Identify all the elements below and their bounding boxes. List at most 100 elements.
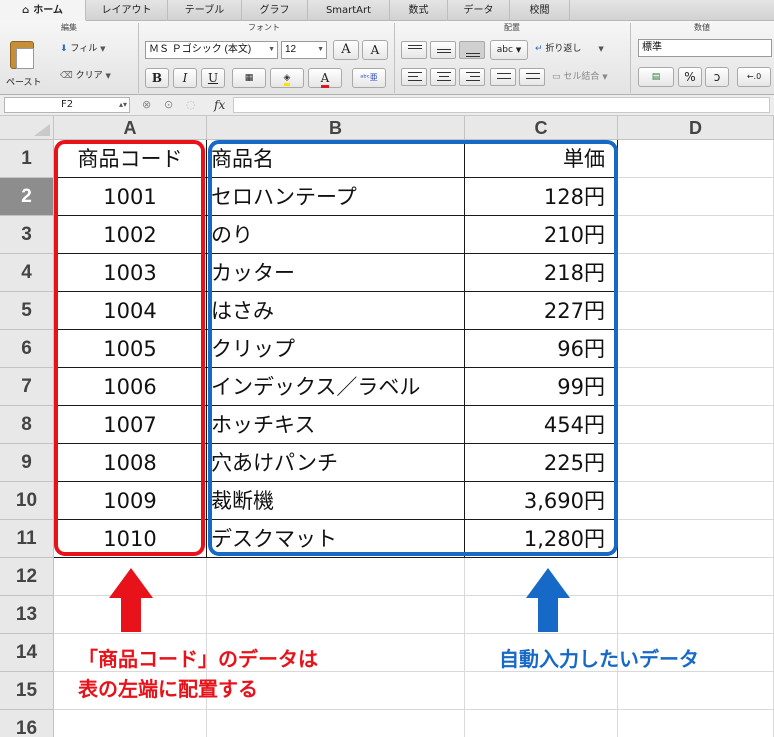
- cell-b4[interactable]: カッター: [207, 254, 465, 292]
- cell-a10[interactable]: 1009: [54, 482, 207, 520]
- align-bottom-icon[interactable]: [459, 41, 485, 59]
- cell-b2[interactable]: セロハンテープ: [207, 178, 465, 216]
- cell-c4[interactable]: 218円: [465, 254, 618, 292]
- fx-label[interactable]: fx: [214, 97, 225, 113]
- row-header-13[interactable]: 13: [0, 596, 54, 634]
- cell-c3[interactable]: 210円: [465, 216, 618, 254]
- name-box[interactable]: F2 ▴▾: [4, 97, 130, 113]
- font-name-select[interactable]: ＭＳ Ｐゴシック (本文) ▼: [145, 41, 278, 59]
- tab-table[interactable]: テーブル: [168, 0, 242, 21]
- bold-button[interactable]: B: [145, 68, 169, 88]
- grow-font-button[interactable]: A: [333, 40, 359, 60]
- cell-d13[interactable]: [618, 596, 774, 634]
- cell-d1[interactable]: [618, 140, 774, 178]
- row-header-16[interactable]: 16: [0, 710, 54, 737]
- formula-input[interactable]: [233, 97, 770, 113]
- cell-d10[interactable]: [618, 482, 774, 520]
- cell-a11[interactable]: 1010: [54, 520, 207, 558]
- row-header-12[interactable]: 12: [0, 558, 54, 596]
- comma-style-button[interactable]: ↄ: [705, 67, 729, 87]
- select-all-corner[interactable]: [0, 116, 54, 140]
- cell-b9[interactable]: 穴あけパンチ: [207, 444, 465, 482]
- cell-b8[interactable]: ホッチキス: [207, 406, 465, 444]
- currency-format-button[interactable]: ▤: [638, 67, 674, 87]
- row-header-3[interactable]: 3: [0, 216, 54, 254]
- row-header-1[interactable]: 1: [0, 140, 54, 178]
- font-color-button[interactable]: A: [308, 68, 342, 88]
- cell-a7[interactable]: 1006: [54, 368, 207, 406]
- row-header-5[interactable]: 5: [0, 292, 54, 330]
- tab-smartart[interactable]: SmartArt: [308, 0, 390, 21]
- cell-d6[interactable]: [618, 330, 774, 368]
- fill-color-button[interactable]: ◈: [270, 68, 304, 88]
- cell-d7[interactable]: [618, 368, 774, 406]
- paste-button-label[interactable]: ペースト: [6, 75, 42, 91]
- cell-b12[interactable]: [207, 558, 465, 596]
- cell-c15[interactable]: [465, 672, 618, 710]
- cell-d5[interactable]: [618, 292, 774, 330]
- stepper-icon[interactable]: ▴▾: [119, 98, 127, 112]
- italic-button[interactable]: I: [173, 68, 197, 88]
- align-middle-icon[interactable]: [430, 41, 456, 59]
- tab-data[interactable]: データ: [448, 0, 510, 21]
- column-header-c[interactable]: C: [465, 116, 618, 140]
- row-header-7[interactable]: 7: [0, 368, 54, 406]
- tab-review[interactable]: 校閲: [510, 0, 570, 21]
- align-right-icon[interactable]: [459, 68, 485, 86]
- column-header-b[interactable]: B: [207, 116, 465, 140]
- cell-c7[interactable]: 99円: [465, 368, 618, 406]
- percent-button[interactable]: %: [678, 67, 702, 87]
- column-header-a[interactable]: A: [54, 116, 207, 140]
- font-size-select[interactable]: 12 ▼: [281, 41, 327, 59]
- cell-b16[interactable]: [207, 710, 465, 737]
- confirm-icon[interactable]: ⊙: [164, 97, 173, 113]
- cell-a3[interactable]: 1002: [54, 216, 207, 254]
- row-header-4[interactable]: 4: [0, 254, 54, 292]
- row-header-2[interactable]: 2: [0, 178, 54, 216]
- align-left-icon[interactable]: [401, 68, 427, 86]
- cell-c9[interactable]: 225円: [465, 444, 618, 482]
- cell-b6[interactable]: クリップ: [207, 330, 465, 368]
- cell-d8[interactable]: [618, 406, 774, 444]
- cell-d12[interactable]: [618, 558, 774, 596]
- cell-b7[interactable]: インデックス／ラベル: [207, 368, 465, 406]
- cell-a8[interactable]: 1007: [54, 406, 207, 444]
- cell-a9[interactable]: 1008: [54, 444, 207, 482]
- cancel-icon[interactable]: ⊗: [142, 97, 151, 113]
- align-top-icon[interactable]: [401, 41, 427, 59]
- phonetic-button[interactable]: ᵃᵇᶜ亜: [352, 68, 386, 88]
- row-header-8[interactable]: 8: [0, 406, 54, 444]
- decrease-indent-icon[interactable]: [490, 68, 516, 86]
- function-wizard-icon[interactable]: ◌: [186, 97, 196, 113]
- cell-c5[interactable]: 227円: [465, 292, 618, 330]
- row-header-14[interactable]: 14: [0, 634, 54, 672]
- cell-a2[interactable]: 1001: [54, 178, 207, 216]
- cell-c1[interactable]: 単価: [465, 140, 618, 178]
- cell-d4[interactable]: [618, 254, 774, 292]
- cell-d9[interactable]: [618, 444, 774, 482]
- tab-chart[interactable]: グラフ: [242, 0, 308, 21]
- cell-d3[interactable]: [618, 216, 774, 254]
- tab-home[interactable]: ⌂ ホーム: [0, 0, 86, 21]
- cell-c8[interactable]: 454円: [465, 406, 618, 444]
- number-format-select[interactable]: 標準: [638, 39, 772, 57]
- shrink-font-button[interactable]: A: [362, 40, 388, 60]
- cell-a5[interactable]: 1004: [54, 292, 207, 330]
- paste-icon[interactable]: [10, 41, 34, 69]
- cell-b5[interactable]: はさみ: [207, 292, 465, 330]
- increase-indent-icon[interactable]: [519, 68, 545, 86]
- text-orientation-button[interactable]: abc ▼: [490, 40, 528, 60]
- cell-c16[interactable]: [465, 710, 618, 737]
- underline-button[interactable]: U: [201, 68, 225, 88]
- cell-b3[interactable]: のり: [207, 216, 465, 254]
- cell-a16[interactable]: [54, 710, 207, 737]
- column-header-d[interactable]: D: [618, 116, 774, 140]
- cell-a6[interactable]: 1005: [54, 330, 207, 368]
- cell-a1[interactable]: 商品コード: [54, 140, 207, 178]
- cell-c11[interactable]: 1,280円: [465, 520, 618, 558]
- cell-d2[interactable]: [618, 178, 774, 216]
- cell-b1[interactable]: 商品名: [207, 140, 465, 178]
- cell-d16[interactable]: [618, 710, 774, 737]
- wrap-text-button[interactable]: ↵ 折り返し ▼: [535, 41, 604, 57]
- cell-d15[interactable]: [618, 672, 774, 710]
